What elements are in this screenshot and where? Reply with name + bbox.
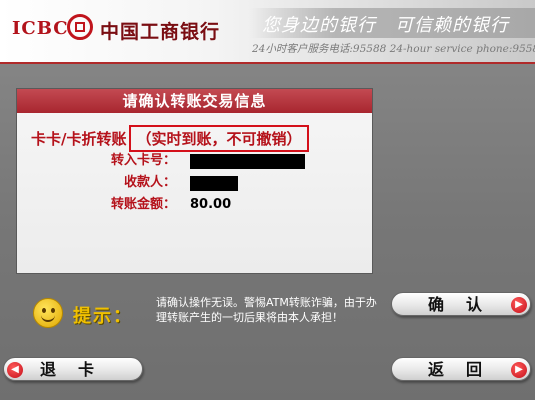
- slogan: 您身边的银行 可信赖的银行: [262, 15, 509, 36]
- amount-value: 80.00: [190, 197, 232, 212]
- bank-name: 中国工商银行: [100, 21, 221, 43]
- smiley-mouth: [41, 312, 55, 322]
- payee-redacted: [190, 176, 238, 191]
- back-button-label: 返回: [428, 360, 505, 379]
- amount-label: 转账金额：: [110, 197, 176, 212]
- confirm-button[interactable]: 确认 ▶: [391, 292, 531, 316]
- smiley-icon: [33, 298, 63, 328]
- panel-title: 请确认转账交易信息: [17, 89, 372, 113]
- transfer-type-line: 卡卡/卡折转账 （实时到账，不可撤销）: [31, 125, 309, 152]
- tip-message: 请确认操作无误。警惕ATM转账诈骗，由于办理转账产生的一切后果将由本人承担！: [156, 296, 377, 324]
- confirm-panel: 请确认转账交易信息 卡卡/卡折转账 （实时到账，不可撤销） 转入卡号： 收款人： …: [16, 88, 373, 274]
- icbc-logo-icon: [67, 14, 93, 40]
- arrow-right-circle-icon: ▶: [511, 362, 527, 378]
- tip-label: 提示：: [73, 306, 133, 327]
- transfer-note: （实时到账，不可撤销）: [129, 125, 309, 152]
- back-button[interactable]: 返回 ▶: [391, 357, 531, 381]
- transfer-type: 卡卡/卡折转账: [31, 130, 127, 148]
- arrow-right-circle-icon: ▶: [511, 297, 527, 313]
- exit-card-button-label: 退卡: [40, 360, 117, 379]
- field-payee: 收款人：: [31, 173, 361, 193]
- service-hotline: 24小时客户服务电话:95588 24-hour service phone:9…: [252, 43, 535, 55]
- card-number-label: 转入卡号：: [110, 153, 176, 168]
- payee-label: 收款人：: [123, 175, 176, 190]
- arrow-left-circle-icon: ◀: [7, 362, 23, 378]
- card-number-redacted: [190, 154, 305, 169]
- confirm-button-label: 确认: [428, 295, 505, 314]
- exit-card-button[interactable]: ◀ 退卡: [3, 357, 143, 381]
- logo-inner: [75, 22, 85, 32]
- icbc-abbr: ICBC: [12, 18, 69, 39]
- field-amount: 转账金额： 80.00: [31, 195, 361, 215]
- field-card-number: 转入卡号：: [31, 151, 361, 171]
- header-bar: ICBC 中国工商银行 您身边的银行 可信赖的银行 24小时客户服务电话:955…: [0, 0, 535, 64]
